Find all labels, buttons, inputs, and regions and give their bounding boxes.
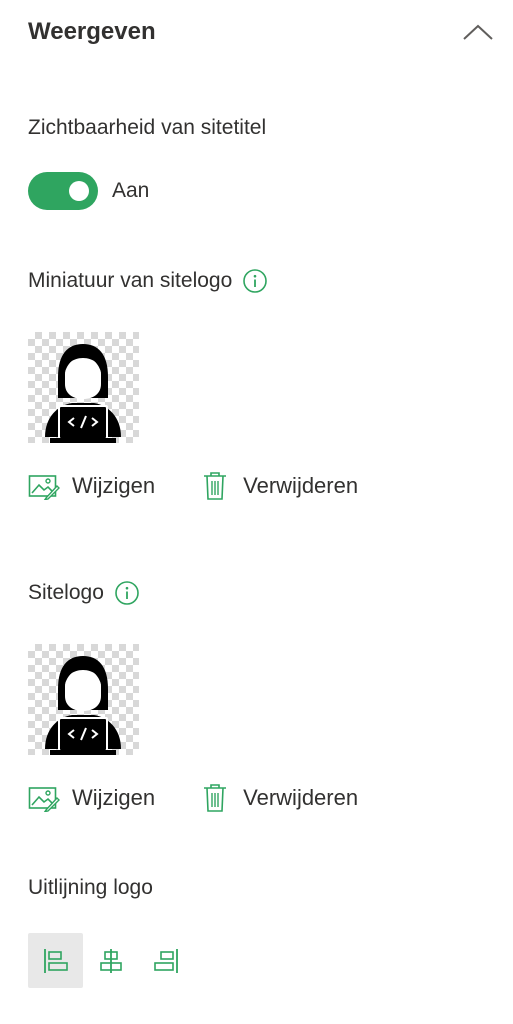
thumbnail-remove-label: Verwijderen [243, 473, 359, 498]
image-edit-icon [28, 470, 60, 502]
toggle-state-label: Aan [112, 179, 150, 202]
align-center-icon [99, 948, 122, 973]
thumbnail-label: Miniatuur van sitelogo [28, 269, 233, 292]
trash-icon [199, 782, 231, 814]
thumbnail-actions: Wijzigen Verwijderen [28, 470, 358, 502]
logo-alignment-label: Uitlijning logo [28, 876, 153, 899]
trash-icon [199, 470, 231, 502]
site-title-visibility-label: Zichtbaarheid van sitetitel [28, 116, 266, 140]
logo-alignment-options [28, 933, 193, 988]
thumbnail-change-label: Wijzigen [72, 473, 156, 498]
info-icon[interactable] [114, 580, 140, 606]
collapse-button[interactable] [458, 14, 498, 50]
chevron-up-icon [463, 24, 493, 40]
site-logo-change-label: Wijzigen [72, 785, 156, 810]
site-title-visibility-text: Zichtbaarheid van sitetitel [28, 116, 267, 139]
thumbnail-preview [28, 332, 139, 443]
site-logo-label-row: Sitelogo [28, 580, 140, 606]
logo-alignment-label-row: Uitlijning logo [28, 876, 153, 900]
toggle-knob [69, 181, 89, 201]
site-logo-actions: Wijzigen Verwijderen [28, 782, 358, 814]
site-title-toggle[interactable] [28, 172, 98, 210]
developer-avatar-icon [45, 344, 121, 443]
thumbnail-label-row: Miniatuur van sitelogo [28, 268, 268, 294]
image-edit-icon [28, 782, 60, 814]
section-header: Weergeven [28, 14, 498, 50]
thumbnail-remove-button[interactable]: Verwijderen [199, 470, 358, 502]
site-title-toggle-row: Aan [28, 172, 149, 210]
thumbnail-change-button[interactable]: Wijzigen [28, 470, 155, 502]
site-logo-remove-label: Verwijderen [243, 785, 359, 810]
section-title: Weergeven [28, 18, 156, 45]
align-left-icon [43, 948, 68, 973]
info-icon[interactable] [242, 268, 268, 294]
developer-avatar-icon [45, 656, 121, 755]
align-right-button[interactable] [138, 933, 193, 988]
site-logo-remove-button[interactable]: Verwijderen [199, 782, 358, 814]
site-logo-preview [28, 644, 139, 755]
align-left-button[interactable] [28, 933, 83, 988]
align-center-button[interactable] [83, 933, 138, 988]
align-right-icon [153, 948, 178, 973]
site-logo-change-button[interactable]: Wijzigen [28, 782, 155, 814]
site-logo-label: Sitelogo [28, 581, 104, 604]
